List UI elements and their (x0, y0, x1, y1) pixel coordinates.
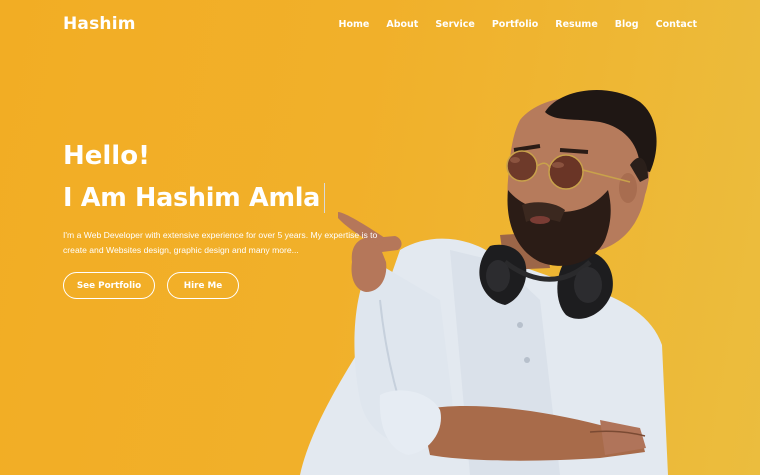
nav-portfolio[interactable]: Portfolio (492, 19, 538, 30)
nav-blog[interactable]: Blog (615, 19, 639, 30)
see-portfolio-button[interactable]: See Portfolio (63, 272, 155, 299)
hero-greeting: Hello! (63, 141, 150, 171)
nav-home[interactable]: Home (339, 19, 370, 30)
hero-description: I'm a Web Developer with extensive exper… (63, 230, 378, 255)
hero-headline-line: I Am Hashim Amla (63, 183, 326, 213)
hero-section: Hashim Home About Service Portfolio Resu… (0, 0, 760, 475)
hero-actions: See Portfolio Hire Me (63, 272, 239, 299)
hero-headline: I Am Hashim Amla (63, 183, 321, 213)
main-nav: Home About Service Portfolio Resume Blog… (339, 19, 697, 30)
nav-resume[interactable]: Resume (555, 19, 598, 30)
site-logo[interactable]: Hashim (63, 14, 136, 34)
hire-me-button[interactable]: Hire Me (167, 272, 239, 299)
nav-service[interactable]: Service (435, 19, 475, 30)
nav-contact[interactable]: Contact (656, 19, 697, 30)
typing-caret (324, 183, 326, 213)
nav-about[interactable]: About (386, 19, 418, 30)
